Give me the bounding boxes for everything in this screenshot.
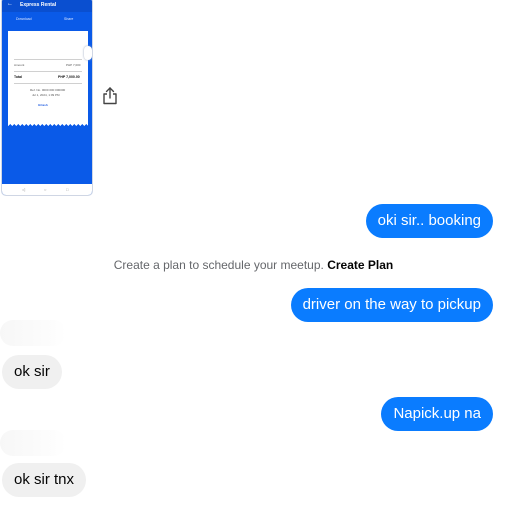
- nav-home-icon: ○: [44, 187, 47, 192]
- receipt-total-label: Total: [14, 75, 23, 79]
- create-plan-notice: Create a plan to schedule your meetup. C…: [0, 258, 507, 272]
- create-plan-link[interactable]: Create Plan: [327, 258, 393, 272]
- create-plan-text: Create a plan to schedule your meetup.: [113, 258, 324, 272]
- image-app-header: ← Express Rental: [2, 0, 92, 12]
- receipt-side-tab: [84, 46, 92, 60]
- outgoing-message[interactable]: oki sir.. booking: [365, 204, 493, 238]
- image-download-label: Download: [16, 17, 32, 21]
- share-icon-glyph: [103, 87, 117, 105]
- receipt-edge: [8, 122, 88, 126]
- share-icon[interactable]: [100, 86, 120, 106]
- receipt-row-label: Amount: [14, 63, 25, 67]
- nav-recent-icon: □: [66, 187, 69, 192]
- image-phone-navbar: ◁ ○ □: [2, 184, 92, 195]
- receipt-row-value: PHP 7,000: [66, 63, 81, 67]
- receipt-ref: Ref. No. 0000 000 000000: [30, 88, 66, 92]
- receipt-total-value: PHP 7,000.00: [58, 75, 80, 79]
- image-share-label: Share: [64, 17, 74, 21]
- back-arrow-icon: ←: [7, 1, 13, 7]
- receipt-date: Jul 1, 2024, 1:09 PM: [32, 93, 60, 97]
- receipt-brand-logo: GCash: [38, 103, 48, 107]
- faded-message-placeholder: [0, 430, 66, 456]
- faded-message-placeholder: [0, 320, 66, 346]
- incoming-message[interactable]: ok sir: [2, 355, 62, 389]
- outgoing-message[interactable]: driver on the way to pickup: [290, 288, 493, 322]
- incoming-message[interactable]: ok sir tnx: [2, 463, 87, 497]
- outgoing-message[interactable]: Napick.up na: [381, 397, 493, 431]
- image-app-title: Express Rental: [20, 2, 57, 8]
- nav-back-icon: ◁: [22, 187, 26, 192]
- receipt-card: Amount PHP 7,000 Total PHP 7,000.00 Ref.…: [8, 31, 88, 123]
- shared-receipt-image[interactable]: ← Express Rental Download Share Amount P…: [2, 0, 92, 195]
